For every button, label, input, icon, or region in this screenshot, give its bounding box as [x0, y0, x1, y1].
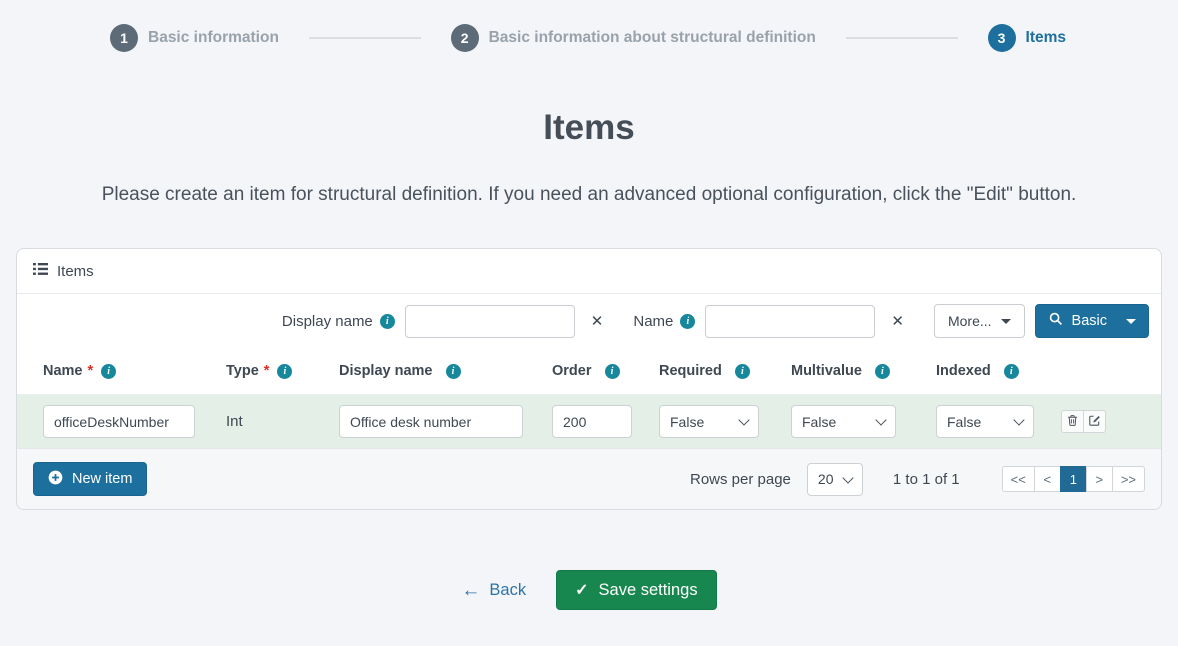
caret-down-icon	[1126, 319, 1136, 324]
edit-item-button[interactable]	[1083, 410, 1106, 433]
item-indexed-select[interactable]: False	[936, 405, 1034, 438]
check-icon: ✓	[575, 580, 588, 600]
pagination-last-button[interactable]: >>	[1112, 466, 1145, 492]
close-icon: ✕	[891, 313, 904, 330]
delete-item-button[interactable]	[1061, 410, 1084, 433]
step-label: Basic information about structural defin…	[489, 29, 816, 47]
column-header-indexed: Indexed	[936, 363, 1061, 379]
info-icon[interactable]	[1004, 364, 1019, 379]
new-item-button[interactable]: New item	[33, 462, 147, 496]
item-order-input[interactable]	[552, 405, 632, 438]
column-header-order: Order	[552, 363, 659, 379]
pagination-page-1-button[interactable]: 1	[1060, 466, 1087, 492]
panel-footer: New item Rows per page 20 1 to 1 of 1 <<…	[17, 448, 1161, 509]
step-label: Basic information	[148, 29, 279, 47]
pagination-next-button[interactable]: >	[1086, 466, 1113, 492]
info-icon[interactable]	[277, 364, 292, 379]
page-subtitle: Please create an item for structural def…	[0, 184, 1178, 206]
step-connector-line	[309, 37, 421, 39]
info-icon[interactable]	[735, 364, 750, 379]
info-icon[interactable]	[680, 314, 695, 329]
info-icon[interactable]	[101, 364, 116, 379]
step-basic-information[interactable]: 1 Basic information	[110, 24, 279, 52]
rows-per-page-select[interactable]: 20	[807, 463, 863, 496]
display-name-filter-label: Display name	[282, 313, 395, 330]
save-settings-button[interactable]: ✓ Save settings	[556, 570, 716, 610]
required-asterisk: *	[264, 363, 270, 379]
step-number-badge: 1	[110, 24, 138, 52]
column-header-required: Required	[659, 363, 791, 379]
pagination-first-button[interactable]: <<	[1002, 466, 1035, 492]
step-connector-line	[846, 37, 958, 39]
page-title: Items	[0, 108, 1178, 148]
display-name-filter-input[interactable]	[405, 305, 575, 338]
more-filters-button[interactable]: More...	[934, 304, 1025, 338]
close-icon: ✕	[591, 313, 604, 330]
name-filter-input[interactable]	[705, 305, 875, 338]
row-actions	[1061, 410, 1145, 433]
clear-name-filter-button[interactable]: ✕	[885, 312, 910, 331]
panel-title: Items	[57, 263, 94, 280]
pagination: << < 1 > >>	[1002, 466, 1145, 492]
info-icon[interactable]	[446, 364, 461, 379]
trash-icon	[1066, 414, 1079, 430]
wizard-stepper: 1 Basic information 2 Basic information …	[0, 0, 1178, 52]
basic-search-button[interactable]: Basic	[1035, 304, 1149, 338]
item-type-value: Int	[226, 413, 339, 430]
caret-down-icon	[1001, 319, 1011, 324]
item-required-select[interactable]: False	[659, 405, 759, 438]
column-header-display-name: Display name	[339, 363, 552, 379]
wizard-actions: ← Back ✓ Save settings	[0, 570, 1178, 610]
back-link[interactable]: ← Back	[461, 581, 526, 600]
plus-circle-icon	[48, 470, 63, 489]
table-paging-controls: Rows per page 20 1 to 1 of 1 << < 1 > >>	[690, 463, 1145, 496]
clear-display-name-filter-button[interactable]: ✕	[585, 312, 610, 331]
filter-bar: Display name ✕ Name ✕ More... Basic	[17, 293, 1161, 348]
column-header-name: Name*	[43, 363, 226, 379]
info-icon[interactable]	[875, 364, 890, 379]
items-panel: Items Display name ✕ Name ✕ More...	[16, 248, 1162, 510]
column-header-multivalue: Multivalue	[791, 363, 936, 379]
row-count-label: 1 to 1 of 1	[893, 471, 960, 488]
step-number-badge: 2	[451, 24, 479, 52]
name-filter-label: Name	[633, 313, 695, 330]
table-header-row: Name* Type* Display name Order Required …	[17, 348, 1161, 394]
panel-header: Items	[17, 249, 1161, 293]
required-asterisk: *	[88, 363, 94, 379]
edit-icon	[1088, 414, 1101, 430]
item-display-name-input[interactable]	[339, 405, 523, 438]
info-icon[interactable]	[380, 314, 395, 329]
search-mode-label: Basic	[1072, 313, 1107, 329]
pagination-prev-button[interactable]: <	[1034, 466, 1061, 492]
search-mode-dropdown[interactable]	[1120, 305, 1148, 337]
arrow-left-icon: ←	[461, 581, 480, 600]
search-icon	[1049, 312, 1063, 330]
step-number-badge: 3	[988, 24, 1016, 52]
item-multivalue-select[interactable]: False	[791, 405, 896, 438]
step-items[interactable]: 3 Items	[988, 24, 1067, 52]
step-label: Items	[1026, 29, 1067, 47]
rows-per-page-label: Rows per page	[690, 471, 791, 488]
step-structural-definition[interactable]: 2 Basic information about structural def…	[451, 24, 816, 52]
item-name-input[interactable]	[43, 405, 195, 438]
list-icon	[33, 262, 48, 280]
info-icon[interactable]	[605, 364, 620, 379]
table-row: Int False False False	[17, 394, 1161, 448]
column-header-type: Type*	[226, 363, 339, 379]
